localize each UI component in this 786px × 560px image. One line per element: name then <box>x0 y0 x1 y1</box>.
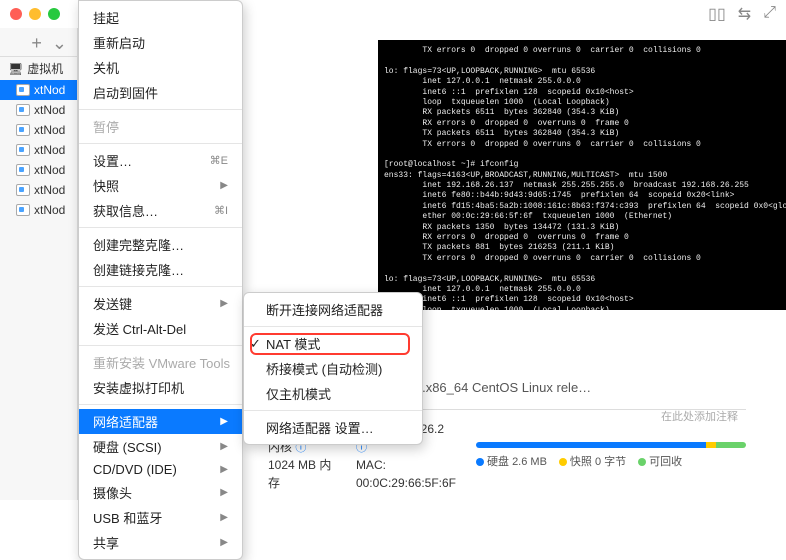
chevron-right-icon: ▶ <box>220 298 228 309</box>
sidebar-item-vm[interactable]: xtNod <box>0 160 77 180</box>
submenu-settings[interactable]: 网络适配器 设置… <box>244 415 422 440</box>
vm-icon <box>16 164 30 176</box>
chevron-right-icon: ▶ <box>220 464 228 475</box>
vm-icon <box>16 104 30 116</box>
submenu-disconnect[interactable]: 断开连接网络适配器 <box>244 297 422 322</box>
panel-icon[interactable]: ▯▯ <box>708 4 726 24</box>
menu-sendkey[interactable]: 发送键▶ <box>79 291 242 316</box>
submenu-nat[interactable]: NAT 模式 <box>244 331 422 356</box>
zoom-window-button[interactable] <box>48 8 60 20</box>
dropdown-icon[interactable]: ⌄ <box>52 33 67 54</box>
swap-icon[interactable]: ⇆ <box>738 4 751 24</box>
menu-sendcad[interactable]: 发送 Ctrl-Alt-Del <box>79 316 242 341</box>
add-button[interactable]: + <box>31 33 42 54</box>
titlebar-tools: ▯▯ ⇆ ⤢ <box>708 4 776 24</box>
menu-separator <box>79 227 242 228</box>
vm-icon <box>16 124 30 136</box>
mem-label: 1024 MB 内存 <box>268 456 336 492</box>
menu-shutdown[interactable]: 关机 <box>79 55 242 80</box>
legend-dot-snap <box>559 458 567 466</box>
sidebar-toolbar: + ⌄ <box>0 31 77 57</box>
vm-icon <box>16 84 30 96</box>
sidebar-item-label: xtNod <box>34 163 65 177</box>
menu-firmware[interactable]: 启动到固件 <box>79 80 242 105</box>
menu-cddvd[interactable]: CD/DVD (IDE)▶ <box>79 459 242 480</box>
sidebar-item-vm[interactable]: xtNod <box>0 180 77 200</box>
menu-separator <box>244 326 422 327</box>
monitor-icon: 🖥 <box>8 62 23 76</box>
menu-separator <box>79 143 242 144</box>
minimize-window-button[interactable] <box>29 8 41 20</box>
menu-usb[interactable]: USB 和蓝牙▶ <box>79 505 242 530</box>
chevron-right-icon: ▶ <box>220 441 228 452</box>
menu-hdd[interactable]: 硬盘 (SCSI)▶ <box>79 434 242 459</box>
menu-netadapter[interactable]: 网络适配器▶ <box>79 409 242 434</box>
menu-printer[interactable]: 安装虚拟打印机 <box>79 375 242 400</box>
disk-usage-bar <box>476 442 746 448</box>
disk-legend: 硬盘 2.6 MB 快照 0 字节 可回收 <box>476 454 746 471</box>
menu-share[interactable]: 共享▶ <box>79 530 242 555</box>
sidebar-item-vm[interactable]: xtNod <box>0 80 77 100</box>
close-window-button[interactable] <box>10 8 22 20</box>
sidebar-header: 🖥 虚拟机 <box>0 57 77 80</box>
sidebar: + ⌄ 🖥 虚拟机 xtNod xtNod xtNod xtNod xtNod … <box>0 28 78 500</box>
submenu-hostonly[interactable]: 仅主机模式 <box>244 381 422 406</box>
vm-icon <box>16 144 30 156</box>
menu-separator <box>244 410 422 411</box>
menu-separator <box>79 286 242 287</box>
sidebar-item-vm[interactable]: xtNod <box>0 140 77 160</box>
menu-snapshot[interactable]: 快照▶ <box>79 173 242 198</box>
chevron-right-icon: ▶ <box>220 512 228 523</box>
menu-pause: 暂停 <box>79 114 242 139</box>
menu-separator <box>79 109 242 110</box>
sidebar-item-label: xtNod <box>34 123 65 137</box>
menu-suspend[interactable]: 挂起 <box>79 5 242 30</box>
legend-dot-reclaim <box>638 458 646 466</box>
vm-context-menu: 挂起 重新启动 关机 启动到固件 暂停 设置…⌘E 快照▶ 获取信息…⌘I 创建… <box>78 0 243 560</box>
chevron-right-icon: ▶ <box>220 416 228 427</box>
sidebar-item-label: xtNod <box>34 103 65 117</box>
menu-camera[interactable]: 摄像头▶ <box>79 480 242 505</box>
expand-icon[interactable]: ⤢ <box>763 4 776 24</box>
menu-settings[interactable]: 设置…⌘E <box>79 148 242 173</box>
menu-vmtools: 重新安装 VMware Tools <box>79 350 242 375</box>
menu-linkclone[interactable]: 创建链接克隆… <box>79 257 242 282</box>
chevron-right-icon: ▶ <box>220 180 228 191</box>
vm-console[interactable]: TX errors 0 dropped 0 overruns 0 carrier… <box>378 40 786 310</box>
menu-separator <box>79 345 242 346</box>
menu-separator <box>79 404 242 405</box>
legend-dot-disk <box>476 458 484 466</box>
chevron-right-icon: ▶ <box>220 487 228 498</box>
sidebar-item-vm[interactable]: xtNod <box>0 100 77 120</box>
sidebar-item-label: xtNod <box>34 183 65 197</box>
menu-restart[interactable]: 重新启动 <box>79 30 242 55</box>
submenu-bridge[interactable]: 桥接模式 (自动检测) <box>244 356 422 381</box>
mac-value: 00:0C:29:66:5F:6F <box>356 476 456 490</box>
sidebar-item-label: xtNod <box>34 143 65 157</box>
sidebar-item-label: xtNod <box>34 203 65 217</box>
menu-fullclone[interactable]: 创建完整克隆… <box>79 232 242 257</box>
sidebar-item-vm[interactable]: xtNod <box>0 200 77 220</box>
disk-block: 硬盘 2.6 MB 快照 0 字节 可回收 <box>476 442 746 471</box>
sidebar-item-vm[interactable]: xtNod <box>0 120 77 140</box>
vm-icon <box>16 204 30 216</box>
netadapter-submenu: 断开连接网络适配器 NAT 模式 桥接模式 (自动检测) 仅主机模式 网络适配器… <box>243 292 423 445</box>
vm-icon <box>16 184 30 196</box>
mac-label: MAC: <box>356 458 386 472</box>
chevron-right-icon: ▶ <box>220 537 228 548</box>
sidebar-header-label: 虚拟机 <box>27 60 63 77</box>
menu-getinfo[interactable]: 获取信息…⌘I <box>79 198 242 223</box>
sidebar-item-label: xtNod <box>34 83 65 97</box>
window-traffic-lights <box>10 8 60 20</box>
